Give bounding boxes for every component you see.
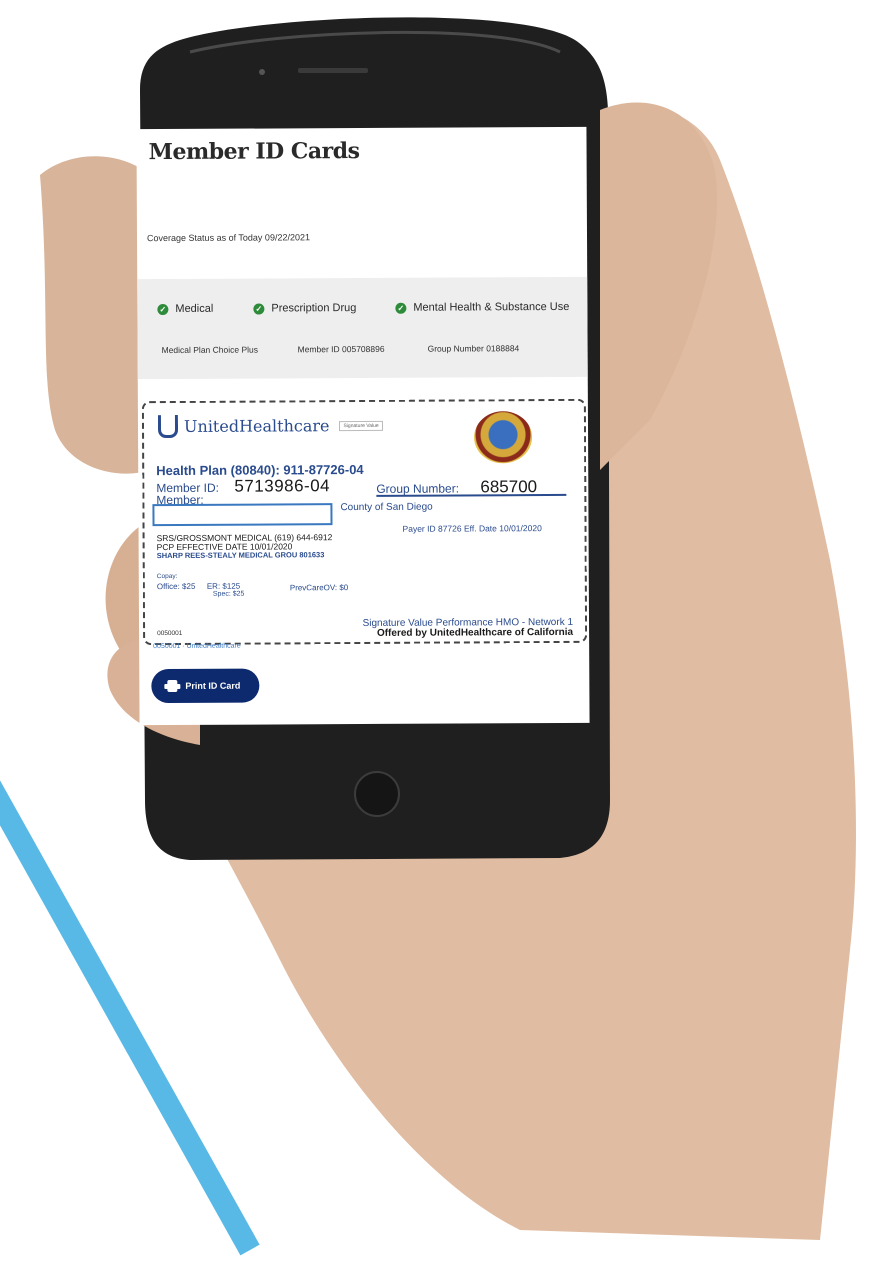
coverage-status-text: Coverage Status as of Today 09/22/2021: [146, 232, 310, 244]
coverage-item-prescription: ✓ Prescription Drug: [253, 302, 356, 315]
print-id-card-button[interactable]: Print ID Card: [151, 668, 260, 704]
printer-icon: [167, 679, 178, 693]
county-seal-icon: [473, 411, 533, 464]
phone-screen: Member ID Cards Coverage Status as of To…: [136, 126, 590, 726]
coverage-label: Prescription Drug: [271, 302, 357, 315]
county-text: County of San Diego: [340, 501, 433, 514]
phone-speaker: [298, 68, 368, 73]
pcp-line-3: SHARP REES-STEALY MEDICAL GROU 801633: [156, 550, 325, 561]
check-icon: ✓: [157, 303, 169, 315]
phone-home-button: [354, 771, 400, 817]
coverage-label: Medical: [175, 302, 214, 315]
phone-camera: [259, 69, 265, 75]
photo-stage: Member ID Cards Coverage Status as of To…: [0, 0, 871, 1267]
plan-name-text: Medical Plan Choice Plus: [161, 344, 259, 356]
member-id-card: UnitedHealthcare Signature Value Health …: [141, 398, 588, 646]
member-id-value: 5713986-04: [234, 476, 331, 496]
member-name-redaction-box: [152, 503, 333, 527]
copay-er: ER: $125: [206, 581, 241, 591]
copay-office: Office: $25: [156, 581, 196, 592]
copay-spec: Spec: $25: [212, 590, 245, 598]
check-icon: ✓: [253, 303, 265, 315]
coverage-item-mental-health: ✓ Mental Health & Substance Use: [395, 301, 569, 314]
brand-tag: Signature Value: [339, 420, 383, 431]
check-icon: ✓: [395, 302, 407, 314]
copay-prevcare: PrevCareOV: $0: [289, 583, 349, 593]
coverage-label: Mental Health & Substance Use: [413, 300, 570, 314]
below-card-text: 0050001 · UnitedHealthcare: [153, 642, 241, 651]
copay-label: Copay:: [156, 572, 178, 581]
coverage-panel: ✓ Medical ✓ Prescription Drug ✓ Mental H…: [137, 276, 588, 380]
print-button-label: Print ID Card: [185, 680, 241, 691]
card-code: 0050001: [157, 629, 183, 638]
uhc-u-icon: [157, 414, 179, 439]
unitedhealthcare-logo: UnitedHealthcare Signature Value: [157, 414, 383, 439]
group-number-text: Group Number 0188884: [427, 343, 520, 354]
brand-name: UnitedHealthcare: [183, 416, 330, 436]
payer-id-text: Payer ID 87726 Eff. Date 10/01/2020: [402, 523, 542, 534]
member-id-text: Member ID 005708896: [297, 343, 385, 355]
card-offered-by: Offered by UnitedHealthcare of Californi…: [376, 626, 574, 639]
page-title: Member ID Cards: [148, 138, 360, 166]
coverage-item-medical: ✓ Medical: [157, 303, 213, 315]
